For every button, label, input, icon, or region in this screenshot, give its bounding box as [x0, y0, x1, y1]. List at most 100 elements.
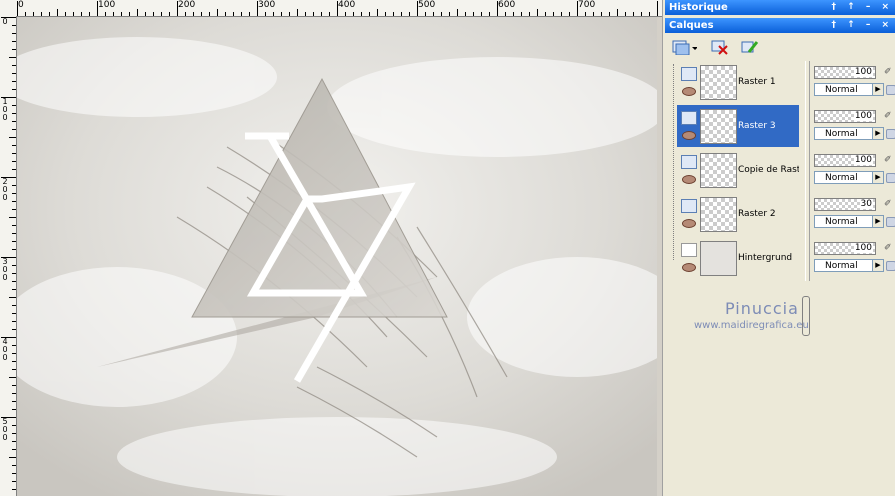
- layer-thumbnail: [700, 197, 737, 232]
- visibility-eye-icon[interactable]: [682, 219, 696, 228]
- layer-tree-line: [673, 64, 675, 260]
- layer-thumbnail: [700, 241, 737, 276]
- ruler-label: 300: [2, 257, 8, 282]
- layer-name: Copie de Raster: [738, 165, 799, 175]
- lock-icon[interactable]: ✐: [884, 243, 892, 253]
- layer-type-icon: [681, 155, 697, 169]
- opacity-slider[interactable]: 100: [814, 242, 876, 255]
- calques-controls[interactable]: † ↑ – ×: [832, 18, 893, 33]
- ruler-label: 0: [18, 0, 24, 10]
- opacity-slider[interactable]: 30: [814, 198, 876, 211]
- layer-item[interactable]: Hintergrund: [677, 237, 799, 279]
- edit-pencil-icon: [741, 40, 759, 53]
- layer-properties: 100 ✐ Normal ▶ 100 ✐ Normal ▶ 100 ✐ Normal…: [810, 61, 895, 281]
- ruler-vertical: 0 100 200 300 400 500: [0, 16, 17, 496]
- blend-mode-select[interactable]: Normal ▶: [814, 171, 884, 184]
- link-icon[interactable]: [886, 129, 895, 139]
- ruler-label: 100: [2, 97, 8, 122]
- dropdown-arrow-icon: ▶: [872, 128, 883, 139]
- new-layer-icon: [672, 40, 697, 55]
- lock-icon[interactable]: ✐: [884, 199, 892, 209]
- dropdown-arrow-icon: ▶: [872, 172, 883, 183]
- ruler-label: 400: [2, 337, 8, 362]
- link-icon[interactable]: [886, 173, 895, 183]
- layer-thumbnail: [700, 153, 737, 188]
- dropdown-arrow-icon: ▶: [872, 260, 883, 271]
- ruler-horizontal: 0 100 200 300 400 500 600 700: [0, 0, 662, 17]
- lock-icon[interactable]: ✐: [884, 111, 892, 121]
- opacity-value: 100: [853, 111, 873, 121]
- ruler-label: 200: [178, 0, 196, 10]
- calques-title: Calques: [669, 20, 714, 31]
- layer-props-row: 30 ✐ Normal ▶: [810, 193, 895, 235]
- historique-titlebar[interactable]: Historique † ↑ – ×: [665, 0, 895, 15]
- ruler-label: 200: [2, 177, 8, 202]
- opacity-slider[interactable]: 100: [814, 66, 876, 79]
- layer-item-selected[interactable]: Raster 3: [677, 105, 799, 147]
- layer-type-icon: [681, 199, 697, 213]
- opacity-value: 100: [853, 155, 873, 165]
- layer-name: Hintergrund: [738, 253, 793, 263]
- visibility-eye-icon[interactable]: [682, 263, 696, 272]
- layer-name: Raster 3: [738, 121, 776, 131]
- layer-thumbnail: [700, 65, 737, 100]
- ruler-label: 300: [258, 0, 276, 10]
- opacity-value: 100: [853, 67, 873, 77]
- artwork: [17, 17, 657, 496]
- delete-layer-icon: [711, 40, 728, 55]
- blend-mode-select[interactable]: Normal ▶: [814, 127, 884, 140]
- delete-layer-button[interactable]: [711, 37, 729, 56]
- layer-thumbnail: [700, 109, 737, 144]
- link-icon[interactable]: [886, 217, 895, 227]
- layer-item[interactable]: Raster 2: [677, 193, 799, 235]
- ruler-label: 600: [498, 0, 516, 10]
- layers-list: Raster 1 Raster 3 Copie de Raster Raster…: [677, 61, 805, 281]
- blend-mode-select[interactable]: Normal ▶: [814, 215, 884, 228]
- blend-mode-value: Normal: [825, 217, 858, 227]
- ruler-label: 500: [418, 0, 436, 10]
- layer-type-icon: [681, 243, 697, 257]
- layer-name: Raster 1: [738, 77, 776, 87]
- side-panel: Historique † ↑ – × Calques † ↑ – × Raste…: [662, 0, 895, 496]
- opacity-slider[interactable]: 100: [814, 154, 876, 167]
- ruler-label: 100: [98, 0, 116, 10]
- link-icon[interactable]: [886, 261, 895, 271]
- layer-name: Raster 2: [738, 209, 776, 219]
- visibility-eye-icon[interactable]: [682, 131, 696, 140]
- dropdown-arrow-icon: ▶: [872, 216, 883, 227]
- blend-mode-value: Normal: [825, 173, 858, 183]
- blend-mode-value: Normal: [825, 129, 858, 139]
- watermark-name: Pinuccia: [725, 299, 799, 318]
- opacity-slider[interactable]: 100: [814, 110, 876, 123]
- visibility-eye-icon[interactable]: [682, 175, 696, 184]
- opacity-value: 30: [859, 199, 873, 209]
- ruler-label: 0: [2, 17, 8, 26]
- historique-title: Historique: [669, 2, 728, 13]
- link-icon[interactable]: [886, 85, 895, 95]
- visibility-eye-icon[interactable]: [682, 87, 696, 96]
- lock-icon[interactable]: ✐: [884, 67, 892, 77]
- ruler-label: 500: [2, 417, 8, 442]
- layer-item[interactable]: Copie de Raster: [677, 149, 799, 191]
- ruler-label: 400: [338, 0, 356, 10]
- blend-mode-select[interactable]: Normal ▶: [814, 259, 884, 272]
- new-layer-button[interactable]: [671, 37, 697, 56]
- calques-titlebar[interactable]: Calques † ↑ – ×: [665, 18, 895, 33]
- ruler-label: 700: [578, 0, 596, 10]
- layer-props-row: 100 ✐ Normal ▶: [810, 237, 895, 279]
- layer-type-icon: [681, 111, 697, 125]
- blend-mode-select[interactable]: Normal ▶: [814, 83, 884, 96]
- dropdown-arrow-icon: ▶: [872, 84, 883, 95]
- historique-controls[interactable]: † ↑ – ×: [832, 0, 893, 15]
- layer-props-row: 100 ✐ Normal ▶: [810, 105, 895, 147]
- layer-item[interactable]: Raster 1: [677, 61, 799, 103]
- blend-mode-value: Normal: [825, 261, 858, 271]
- image-canvas[interactable]: [17, 17, 657, 496]
- lock-icon[interactable]: ✐: [884, 155, 892, 165]
- layer-type-icon: [681, 67, 697, 81]
- layers-toolbar: [665, 35, 895, 59]
- edit-layer-button[interactable]: [741, 37, 759, 56]
- layer-props-row: 100 ✐ Normal ▶: [810, 61, 895, 103]
- layer-props-row: 100 ✐ Normal ▶: [810, 149, 895, 191]
- blend-mode-value: Normal: [825, 85, 858, 95]
